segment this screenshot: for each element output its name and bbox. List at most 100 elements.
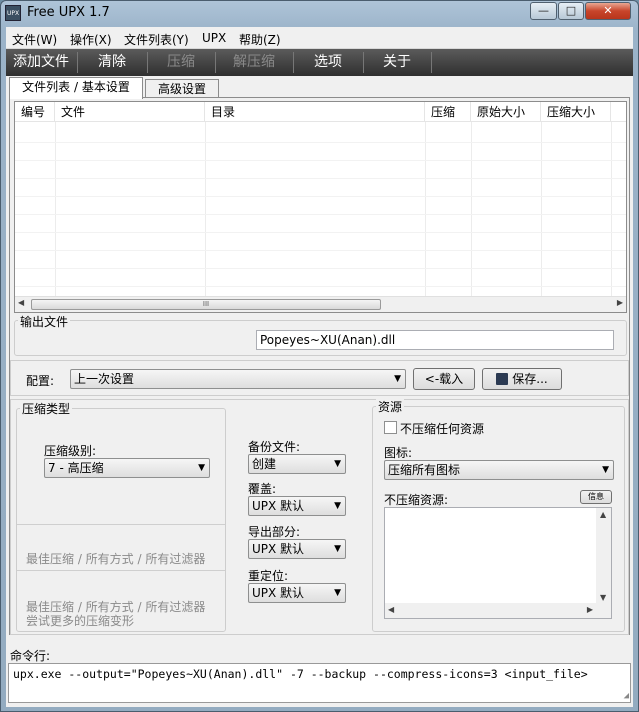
compression-group-label: 压缩类型 [20, 400, 73, 417]
chevron-down-icon: ▼ [334, 544, 341, 554]
grid-line [15, 232, 626, 233]
chevron-down-icon: ▼ [602, 465, 609, 475]
scroll-thumb[interactable]: III [31, 299, 381, 310]
compression-level-value: 7 - 高压缩 [48, 461, 104, 475]
tab-advanced[interactable]: 高级设置 [145, 79, 219, 99]
grid-line [55, 122, 56, 297]
scroll-down-icon[interactable]: ▼ [600, 593, 606, 602]
tab-file-list-basic[interactable]: 文件列表 / 基本设置 [9, 77, 143, 99]
minimize-button[interactable]: — [530, 2, 557, 20]
chevron-down-icon: ▼ [334, 459, 341, 469]
compress-button[interactable]: 压缩 [148, 49, 214, 76]
compression-level-select[interactable]: 7 - 高压缩 ▼ [44, 458, 210, 478]
grid-line [425, 122, 426, 297]
grid-line [15, 250, 626, 251]
command-line-label: 命令行: [10, 649, 51, 663]
overwrite-select[interactable]: UPX 默认 ▼ [248, 496, 346, 516]
column-file[interactable]: 文件 [55, 102, 205, 122]
keep-resources-list[interactable]: ▲ ▼ ◀ ▶ [384, 507, 612, 619]
client-area: 文件(W) 操作(X) 文件列表(Y) UPX 帮助(Z) 添加文件 清除 压缩… [6, 27, 633, 707]
scroll-right-icon[interactable]: ▶ [617, 298, 623, 307]
upx-app-icon: UPX [5, 5, 21, 21]
no-compress-resources-checkbox[interactable] [384, 421, 397, 434]
window-title: Free UPX 1.7 [27, 5, 110, 20]
overwrite-value: UPX 默认 [252, 499, 305, 513]
close-button[interactable]: ✕ [585, 2, 631, 20]
grid-line [205, 122, 206, 297]
scroll-left-icon[interactable]: ◀ [388, 605, 394, 614]
config-select[interactable]: 上一次设置 ▼ [70, 369, 406, 389]
resize-grip-icon[interactable]: ◢ [624, 691, 629, 701]
toolbar-separator [431, 52, 432, 73]
overwrite-label: 覆盖: [248, 482, 277, 496]
tab-panel: 编号 文件 目录 压缩 原始大小 压缩大小 ◀ III ▶ 输出文件 Popey… [9, 97, 630, 635]
toolbar: 添加文件 清除 压缩 解压缩 选项 关于 [6, 49, 633, 76]
relocs-select[interactable]: UPX 默认 ▼ [248, 583, 346, 603]
decompress-button[interactable]: 解压缩 [216, 49, 292, 76]
column-number[interactable]: 编号 [15, 102, 55, 122]
column-original-size[interactable]: 原始大小 [471, 102, 541, 122]
divider [17, 524, 225, 525]
chevron-down-icon: ▼ [394, 374, 401, 384]
column-compress[interactable]: 压缩 [425, 102, 471, 122]
exports-label: 导出部分: [248, 525, 301, 539]
keep-resources-label: 不压缩资源: [384, 493, 449, 507]
clear-button[interactable]: 清除 [78, 49, 146, 76]
chevron-down-icon: ▼ [198, 463, 205, 473]
icons-select[interactable]: 压缩所有图标 ▼ [384, 460, 614, 480]
backup-select[interactable]: 创建 ▼ [248, 454, 346, 474]
column-directory[interactable]: 目录 [205, 102, 425, 122]
icons-label: 图标: [384, 446, 413, 460]
ultra-compression-option-line2[interactable]: 尝试更多的压缩变形 [26, 612, 134, 629]
app-window: UPX Free UPX 1.7 — □ ✕ 文件(W) 操作(X) 文件列表(… [0, 0, 639, 712]
backup-value: 创建 [252, 457, 277, 471]
save-config-button[interactable]: 保存... [482, 368, 562, 390]
title-bar[interactable]: UPX Free UPX 1.7 — □ ✕ [1, 1, 638, 27]
config-label: 配置: [26, 374, 55, 388]
menu-file[interactable]: 文件(W) [12, 31, 57, 48]
floppy-disk-icon [496, 373, 509, 385]
about-button[interactable]: 关于 [364, 49, 430, 76]
icons-value: 压缩所有图标 [388, 463, 461, 477]
divider [17, 570, 225, 571]
output-label: 输出文件 [18, 313, 71, 330]
load-config-button[interactable]: <-载入 [413, 368, 475, 390]
info-button[interactable]: 信息 [580, 490, 612, 504]
command-line-text: upx.exe --output="Popeyes~XU(Anan).dll" … [13, 667, 588, 681]
keep-resources-vscrollbar[interactable]: ▲ ▼ [596, 508, 611, 618]
file-list-hscrollbar[interactable]: ◀ III ▶ [15, 296, 626, 312]
grid-line [541, 122, 542, 297]
relocs-label: 重定位: [248, 569, 289, 583]
menu-upx[interactable]: UPX [202, 31, 226, 45]
menu-file-list[interactable]: 文件列表(Y) [124, 31, 189, 48]
keep-resources-hscrollbar[interactable]: ◀ ▶ [385, 603, 596, 618]
scroll-right-icon[interactable]: ▶ [587, 605, 593, 614]
chevron-down-icon: ▼ [334, 588, 341, 598]
output-file-field[interactable]: Popeyes~XU(Anan).dll [256, 330, 614, 350]
menu-help[interactable]: 帮助(Z) [239, 31, 281, 48]
no-compress-resources-label[interactable]: 不压缩任何资源 [400, 420, 484, 437]
command-line-field[interactable]: upx.exe --output="Popeyes~XU(Anan).dll" … [8, 663, 631, 703]
column-compressed-size[interactable]: 压缩大小 [541, 102, 611, 122]
save-config-label: 保存... [512, 372, 548, 386]
scroll-left-icon[interactable]: ◀ [18, 298, 24, 307]
options-button[interactable]: 选项 [294, 49, 362, 76]
exports-select[interactable]: UPX 默认 ▼ [248, 539, 346, 559]
menu-action[interactable]: 操作(X) [70, 31, 112, 48]
grid-line [15, 286, 626, 287]
maximize-button[interactable]: □ [558, 2, 584, 20]
grid-line [15, 268, 626, 269]
scroll-up-icon[interactable]: ▲ [600, 510, 606, 519]
compression-level-label: 压缩级别: [44, 444, 97, 458]
file-list-header: 编号 文件 目录 压缩 原始大小 压缩大小 [15, 102, 626, 122]
file-list-table[interactable]: 编号 文件 目录 压缩 原始大小 压缩大小 ◀ III ▶ [14, 101, 627, 313]
best-compression-option[interactable]: 最佳压缩 / 所有方式 / 所有过滤器 [26, 550, 205, 567]
add-file-button[interactable]: 添加文件 [6, 49, 76, 76]
grid-line [15, 196, 626, 197]
grid-line [15, 178, 626, 179]
grid-line [15, 160, 626, 161]
grid-line [611, 122, 612, 297]
chevron-down-icon: ▼ [334, 501, 341, 511]
resources-group-label: 资源 [376, 398, 405, 415]
menu-bar: 文件(W) 操作(X) 文件列表(Y) UPX 帮助(Z) [6, 27, 633, 49]
